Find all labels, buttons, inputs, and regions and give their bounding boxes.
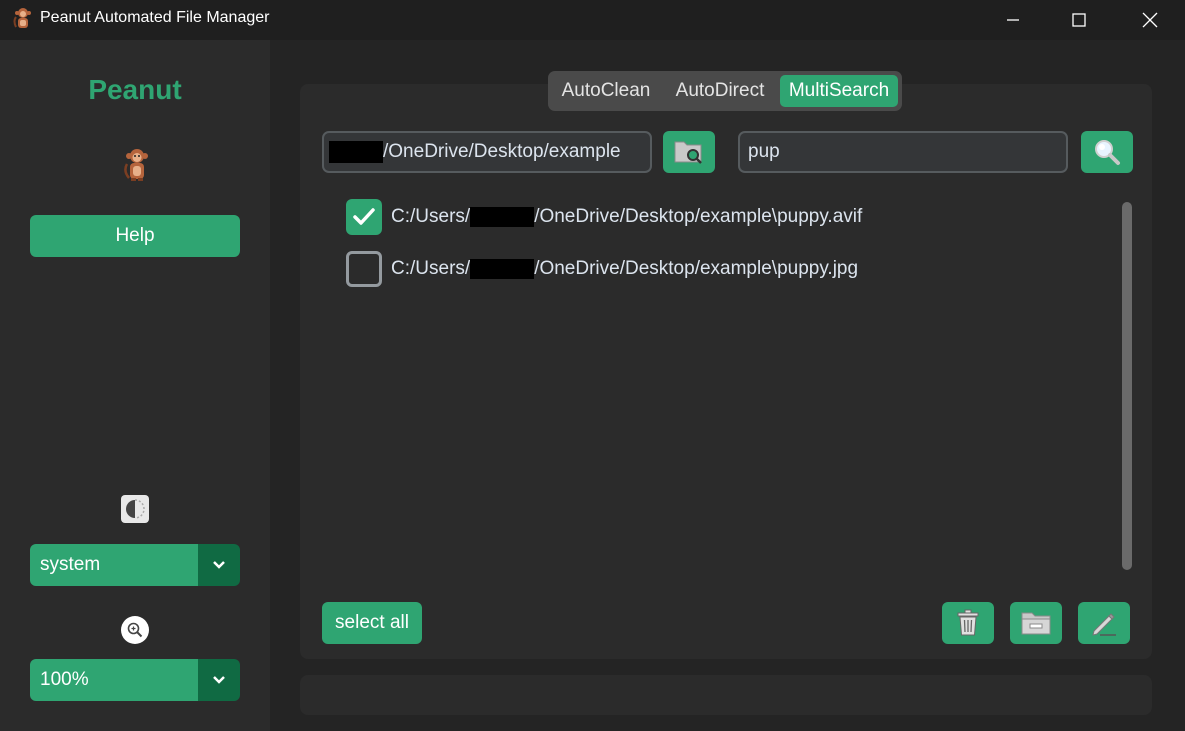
- result-path-suffix: /OneDrive/Desktop/example\puppy.avif: [534, 206, 863, 227]
- status-bar: [300, 675, 1152, 715]
- trash-icon: [957, 609, 979, 636]
- window-title: Peanut Automated File Manager: [40, 9, 270, 26]
- maximize-icon: [1072, 13, 1086, 27]
- appearance-mode-dropdown[interactable]: system: [30, 544, 240, 586]
- select-all-button[interactable]: select all: [322, 602, 422, 644]
- directory-path-text: /OneDrive/Desktop/example: [383, 141, 621, 162]
- delete-button[interactable]: [942, 602, 994, 644]
- close-button[interactable]: [1115, 0, 1185, 40]
- search-icon: [1095, 140, 1120, 165]
- result-path: C:/Users/ /OneDrive/Desktop/example\puppy…: [391, 258, 858, 280]
- search-input[interactable]: pup: [738, 131, 1068, 173]
- monkey-icon: [13, 8, 31, 28]
- scaling-value: 100%: [30, 659, 198, 701]
- rename-button[interactable]: [1078, 602, 1130, 644]
- tab-autoclean[interactable]: AutoClean: [552, 75, 660, 107]
- scrollbar-thumb[interactable]: [1122, 202, 1132, 570]
- scaling-arrow[interactable]: [198, 659, 240, 701]
- theme-icon: [121, 495, 149, 523]
- scaling-dropdown[interactable]: 100%: [30, 659, 240, 701]
- chevron-down-icon: [213, 561, 225, 569]
- tab-bar: AutoClean AutoDirect MultiSearch: [548, 71, 902, 111]
- results-list: C:/Users/ /OneDrive/Desktop/example\puppy…: [322, 190, 1112, 580]
- checkmark-icon: [353, 208, 375, 225]
- list-item[interactable]: C:/Users/ /OneDrive/Desktop/example\puppy…: [346, 199, 862, 235]
- minimize-button[interactable]: [978, 0, 1048, 40]
- help-button[interactable]: Help: [30, 215, 240, 257]
- redacted-text: [470, 258, 535, 279]
- appearance-mode-value: system: [30, 544, 198, 586]
- result-path-prefix: C:/Users/: [391, 206, 471, 227]
- appearance-mode-arrow[interactable]: [198, 544, 240, 586]
- directory-input[interactable]: /OneDrive/Desktop/example: [322, 131, 652, 173]
- tab-multisearch[interactable]: MultiSearch: [780, 75, 898, 107]
- title-bar: Peanut Automated File Manager: [0, 0, 1185, 40]
- chevron-down-icon: [213, 676, 225, 684]
- move-button[interactable]: [1010, 602, 1062, 644]
- result-path-prefix: C:/Users/: [391, 258, 471, 279]
- folder-search-icon: [674, 141, 702, 164]
- maximize-button[interactable]: [1044, 0, 1114, 40]
- redacted-text: [470, 206, 535, 227]
- result-path-suffix: /OneDrive/Desktop/example\puppy.jpg: [534, 258, 859, 279]
- monkey-icon: [124, 149, 148, 181]
- result-checkbox[interactable]: [346, 251, 382, 287]
- close-icon: [1142, 12, 1158, 28]
- browse-folder-button[interactable]: [663, 131, 715, 173]
- tab-autodirect[interactable]: AutoDirect: [660, 75, 780, 107]
- redacted-text: [329, 141, 383, 163]
- list-item[interactable]: C:/Users/ /OneDrive/Desktop/example\puppy…: [346, 251, 858, 287]
- minimize-icon: [1007, 19, 1019, 21]
- sidebar: Peanut Help system 100%: [0, 40, 270, 731]
- brand-title: Peanut: [88, 74, 182, 105]
- app-window: Peanut Automated File Manager Peanut Hel…: [0, 0, 1185, 731]
- result-path: C:/Users/ /OneDrive/Desktop/example\puppy…: [391, 206, 862, 228]
- zoom-icon: [121, 616, 149, 644]
- result-checkbox[interactable]: [346, 199, 382, 235]
- search-button[interactable]: [1081, 131, 1133, 173]
- pencil-icon: [1092, 613, 1116, 636]
- folder-move-icon: [1021, 612, 1051, 635]
- results-scrollbar[interactable]: [1121, 202, 1133, 570]
